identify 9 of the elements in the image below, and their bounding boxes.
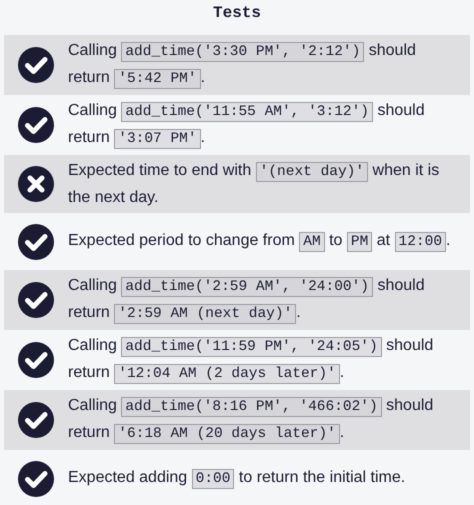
panel-title: Tests [212,3,261,24]
test-description: Expected adding 0:00 to return the initial time. [68,468,406,491]
test-description: Calling add_time('11:55 AM', '3:12') should return '3:07 PM' . [68,101,426,151]
test-description: Calling add_time('8:16 PM', '466:02') should return '6:18 AM (20 days later)' . [68,396,434,446]
test-description: Calling add_time('11:59 PM', '24:05') should return '12:04 AM (2 days later)' . [68,336,434,386]
test-description: Expected time to end with '(next day)' when it is the next day. [68,161,440,208]
test-description: Expected period to change from AM to PM at 12:00 . [68,231,452,254]
test-description: Calling add_time('2:59 AM', '24:00') should return '2:59 AM (next day)' . [68,276,426,326]
test-description: Calling add_time('3:30 PM', '2:12') should return '5:42 PM' . [68,41,417,91]
